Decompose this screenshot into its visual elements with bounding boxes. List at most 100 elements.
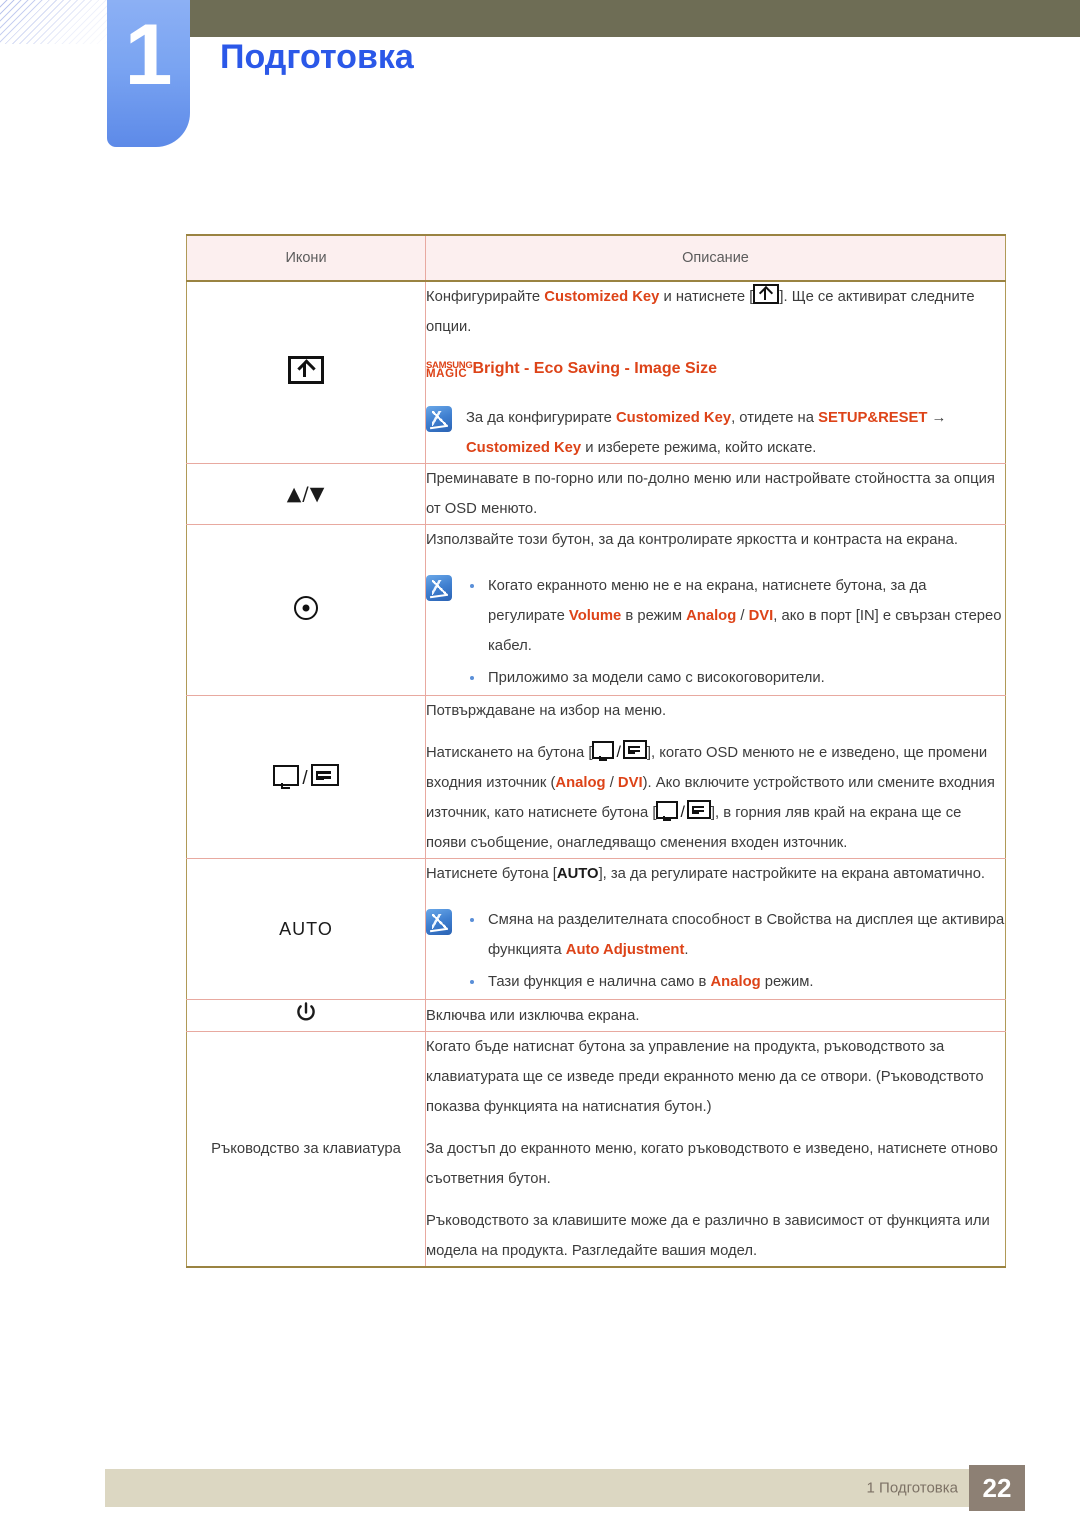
description-cell: Когато бъде натиснат бутона за управлени… — [425, 1031, 1006, 1267]
text-run: Тази функция е налична само в — [488, 974, 711, 990]
highlighted-term: Customized Key — [615, 410, 732, 426]
description-cell: Конфигурирайте Customized Key и натиснет… — [426, 281, 1006, 464]
table-row: / Потвърждаване на избор на меню. Натискан… — [186, 695, 1006, 859]
samsung-magic-logo: SAMSUNG MAGIC — [426, 361, 473, 380]
text-run: Конфигурирайте — [426, 289, 545, 305]
note-body: Когато екранното меню не е на екрана, на… — [466, 571, 1005, 695]
icon-cell: AUTO — [186, 858, 426, 1000]
description-paragraph: Включва или изключва екрана. — [426, 1001, 1005, 1031]
highlighted-term: Customized Key — [466, 440, 582, 456]
source-icon — [656, 801, 679, 821]
customized-key-icon — [753, 284, 780, 304]
text-run: / — [736, 608, 749, 624]
magic-feature-list: Bright - Eco Saving - Image Size — [472, 360, 717, 377]
description-cell: Потвърждаване на избор на меню. Натискане… — [425, 695, 1006, 859]
note-body: За да конфигурирате Customized Key, отид… — [466, 402, 1005, 463]
note-body: Смяна на разделителната способност в Сво… — [466, 905, 1005, 999]
highlighted-term: DVI — [748, 608, 774, 624]
highlighted-term: Volume — [568, 608, 622, 624]
table-row: Включва или изключва екрана. — [186, 999, 1006, 1032]
up-down-arrows-icon: ▲/▼ — [286, 483, 326, 505]
note-bullet-item: Когато екранното меню не е на екрана, на… — [466, 571, 1005, 661]
decorative-hatch-pattern — [0, 0, 112, 44]
note-bullet-item: Приложимо за модели само с високоговорит… — [466, 663, 1005, 693]
note-text: За да конфигурирате Customized Key, отид… — [466, 402, 1005, 463]
button-description-table: Икони Описание Конфигурирайте Customized… — [186, 234, 1006, 1268]
text-run: в режим — [621, 608, 687, 624]
source-enter-icon: / — [592, 740, 647, 761]
table-row: Конфигурирайте Customized Key и натиснет… — [186, 281, 1006, 464]
description-paragraph: Потвърждаване на избор на меню. — [426, 696, 1005, 726]
footer-chapter-label: 1 Подготовка — [866, 1479, 958, 1497]
text-run: и натиснете [ — [659, 289, 754, 305]
highlighted-term: SETUP&RESET — [818, 410, 928, 426]
description-paragraph: Когато бъде натиснат бутона за управлени… — [426, 1032, 1005, 1122]
highlighted-term: Analog — [710, 974, 761, 990]
note-pen-icon — [426, 575, 452, 601]
bold-term: AUTO — [556, 866, 599, 882]
text-run: Натискането на бутона [ — [426, 745, 593, 761]
magic-logo-line2: MAGIC — [426, 368, 468, 380]
highlighted-term: Analog — [555, 775, 606, 791]
highlighted-term: DVI — [617, 775, 643, 791]
table-header-row: Икони Описание — [186, 235, 1006, 282]
icon-cell — [186, 999, 426, 1032]
description-paragraph: Натиснете бутона [AUTO], за да регулират… — [426, 859, 1005, 889]
slash-separator: / — [616, 744, 621, 761]
text-run: Ръководството за клавишите може да е раз… — [426, 1213, 990, 1259]
note-block: Когато екранното меню не е на екрана, на… — [426, 571, 1005, 695]
note-bullet-list: Смяна на разделителната способност в Сво… — [466, 905, 1005, 997]
description-cell: Преминавате в по-горно или по-долно меню… — [425, 463, 1006, 525]
description-paragraph: Ръководството за клавишите може да е раз… — [426, 1206, 1005, 1266]
brightness-contrast-icon — [294, 595, 318, 620]
enter-icon — [686, 800, 711, 819]
icon-cell: ▲/▼ — [186, 463, 426, 525]
chapter-number: 1 — [124, 7, 173, 103]
text-run: За достъп до екранното меню, когато ръко… — [426, 1141, 998, 1187]
text-run: Приложимо за модели само с високоговорит… — [488, 670, 825, 686]
table-row: Ръководство за клавиатура Когато бъде нат… — [186, 1031, 1006, 1267]
description-cell: Включва или изключва екрана. — [425, 999, 1006, 1032]
highlighted-term: Analog — [686, 608, 737, 624]
description-paragraph: Конфигурирайте Customized Key и натиснет… — [426, 282, 1005, 342]
enter-icon — [310, 764, 339, 786]
text-run: режим. — [760, 974, 814, 990]
source-enter-icon: / — [273, 764, 339, 789]
text-run: Използвайте този бутон, за да контролира… — [426, 532, 958, 548]
description-cell: Натиснете бутона [AUTO], за да регулират… — [425, 858, 1006, 1000]
description-paragraph: Използвайте този бутон, за да контролира… — [426, 525, 1005, 555]
note-bullet-list: Когато екранното меню не е на екрана, на… — [466, 571, 1005, 693]
auto-button-icon: AUTO — [279, 918, 333, 939]
text-run: За да конфигурирате — [466, 410, 616, 426]
table-row: ▲/▼ Преминавате в по-горно или по-долно м… — [186, 463, 1006, 525]
icon-cell — [186, 524, 426, 696]
table-row: Използвайте този бутон, за да контролира… — [186, 524, 1006, 696]
note-bullet-item: Тази функция е налична само в Analog реж… — [466, 967, 1005, 997]
text-run: Натиснете бутона [ — [426, 866, 557, 882]
highlighted-term: Auto Adjustment — [565, 942, 685, 958]
chapter-tab: 1 — [107, 0, 190, 147]
table-row: AUTO Натиснете бутона [AUTO], за да регул… — [186, 858, 1006, 1000]
power-icon — [293, 1000, 319, 1031]
text-run: Когато бъде натиснат бутона за управлени… — [426, 1039, 984, 1115]
text-run: и изберете режима, който искате. — [581, 440, 817, 456]
keyboard-guide-label: Ръководство за клавиатура — [211, 1141, 401, 1157]
highlighted-term: Customized Key — [544, 289, 660, 305]
slash-separator: / — [302, 768, 308, 789]
source-icon — [273, 765, 300, 789]
text-run: / — [605, 775, 618, 791]
column-header-description: Описание — [425, 235, 1006, 282]
text-run: Включва или изключва екрана. — [426, 1007, 640, 1024]
text-run: Потвърждаване на избор на меню. — [426, 703, 667, 719]
enter-icon — [622, 740, 647, 759]
description-cell: Използвайте този бутон, за да контролира… — [425, 524, 1006, 696]
source-icon — [592, 741, 615, 761]
slash-separator: / — [680, 804, 685, 821]
footer-bar: 1 Подготовка 22 — [105, 1465, 1025, 1511]
icon-cell: Ръководство за клавиатура — [186, 1031, 426, 1267]
note-block: За да конфигурирате Customized Key, отид… — [426, 402, 1005, 463]
table-body: Конфигурирайте Customized Key и натиснет… — [186, 281, 1006, 1267]
icon-cell: / — [186, 695, 426, 859]
icon-cell — [186, 281, 426, 464]
note-block: Смяна на разделителната способност в Сво… — [426, 905, 1005, 999]
